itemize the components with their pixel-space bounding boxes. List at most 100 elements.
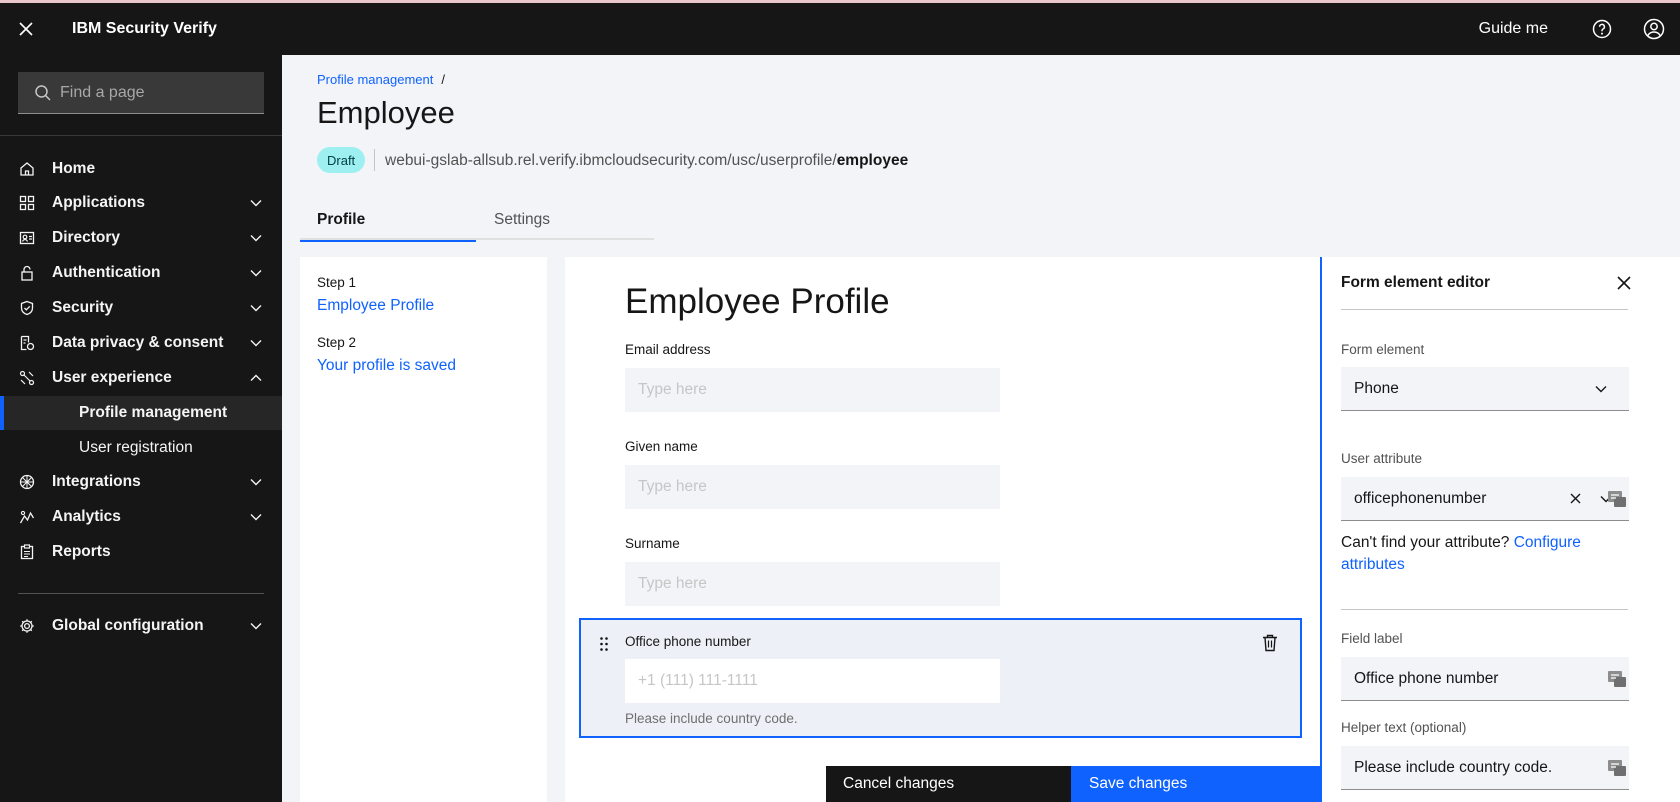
- reports-icon: [18, 543, 36, 561]
- sidebar-item-analytics[interactable]: Analytics: [0, 500, 282, 534]
- breadcrumb-separator: /: [441, 72, 445, 87]
- field-label: Field label: [1341, 631, 1403, 646]
- divider: [374, 149, 375, 171]
- chevron-down-icon: [250, 270, 262, 277]
- sidebar-divider: [18, 593, 264, 594]
- attribute-help: Can't find your attribute? Configure att…: [1341, 532, 1621, 576]
- chevron-down-icon: [250, 200, 262, 207]
- sidebar-item-home[interactable]: Home: [0, 152, 282, 186]
- chevron-down-icon: [250, 235, 262, 242]
- form-element-editor: Form element editor Form element Phone U…: [1320, 257, 1680, 802]
- given-name-field[interactable]: [625, 465, 1000, 509]
- sidebar-item-integrations[interactable]: Integrations: [0, 465, 282, 499]
- selected-value: Phone: [1354, 379, 1399, 397]
- chevron-down-icon: [250, 479, 262, 486]
- sidebar-item-user-registration[interactable]: User registration: [0, 431, 282, 465]
- sidebar-item-label: Reports: [52, 543, 111, 560]
- url-suffix: employee: [836, 152, 909, 169]
- search-input[interactable]: [60, 83, 260, 102]
- save-button[interactable]: Save changes: [1071, 766, 1321, 802]
- step-link-employee-profile[interactable]: Employee Profile: [317, 297, 434, 315]
- field-label-input[interactable]: Office phone number: [1341, 657, 1629, 701]
- page-title: Employee: [317, 95, 455, 130]
- status-badge: Draft: [317, 147, 366, 173]
- shield-icon: [18, 299, 36, 317]
- cant-find-text: Can't find your attribute?: [1341, 534, 1510, 551]
- chevron-up-icon: [250, 374, 262, 381]
- drag-handle-icon[interactable]: [599, 636, 609, 652]
- lock-icon: [18, 264, 36, 282]
- analytics-icon: [18, 508, 36, 526]
- sidebar-item-security[interactable]: Security: [0, 291, 282, 325]
- close-icon[interactable]: [0, 3, 52, 55]
- breadcrumb: Profile management /: [317, 72, 445, 87]
- selected-value: officephonenumber: [1354, 489, 1487, 507]
- field-label: Helper text (optional): [1341, 720, 1467, 735]
- field-label: Form element: [1341, 342, 1425, 357]
- top-header: IBM Security Verify Guide me: [0, 0, 1680, 55]
- helper-text-input[interactable]: Please include country code.: [1341, 746, 1629, 790]
- sidebar-item-global-configuration[interactable]: Global configuration: [0, 609, 282, 643]
- tab-profile[interactable]: Profile: [300, 200, 476, 242]
- sidebar-item-data-privacy[interactable]: Data privacy & consent: [0, 326, 282, 360]
- field-label: Office phone number: [625, 634, 751, 649]
- editor-title: Form element editor: [1341, 274, 1490, 291]
- help-icon[interactable]: [1576, 3, 1628, 55]
- sidebar-item-label: User experience: [52, 369, 172, 386]
- office-phone-field[interactable]: [625, 659, 1000, 703]
- chevron-down-icon: [250, 623, 262, 630]
- step-link-profile-saved[interactable]: Your profile is saved: [317, 357, 456, 375]
- field-label: Given name: [625, 439, 698, 454]
- directory-icon: [18, 229, 36, 247]
- sidebar-item-user-experience[interactable]: User experience: [0, 361, 282, 395]
- clear-icon[interactable]: [1570, 493, 1581, 504]
- sidebar-item-reports[interactable]: Reports: [0, 535, 282, 569]
- trash-icon[interactable]: [1262, 634, 1278, 652]
- tab-settings[interactable]: Settings: [494, 200, 550, 240]
- applications-icon: [18, 194, 36, 212]
- email-field[interactable]: [625, 368, 1000, 412]
- user-experience-icon: [18, 369, 36, 387]
- chevron-down-icon: [250, 514, 262, 521]
- sidebar-item-authentication[interactable]: Authentication: [0, 256, 282, 290]
- breadcrumb-link[interactable]: Profile management: [317, 72, 433, 87]
- helper-text: Please include country code.: [625, 711, 798, 726]
- cancel-button[interactable]: Cancel changes: [826, 766, 1071, 802]
- step-label: Step 1: [317, 275, 357, 290]
- surname-field[interactable]: [625, 562, 1000, 606]
- sidebar-item-directory[interactable]: Directory: [0, 221, 282, 255]
- tab-list: Profile Settings: [300, 200, 654, 242]
- page-search[interactable]: [18, 72, 264, 114]
- sidebar: Home Applications Directory Authenticati…: [0, 55, 282, 802]
- sidebar-item-label: Integrations: [52, 473, 141, 490]
- steps-panel: Step 1 Employee Profile Step 2 Your prof…: [300, 257, 547, 802]
- gear-icon: [18, 617, 36, 635]
- field-value: Office phone number: [1354, 669, 1499, 687]
- close-icon[interactable]: [1617, 276, 1631, 290]
- form-element-dropdown[interactable]: Phone: [1341, 367, 1629, 411]
- profile-url: webui-gslab-allsub.rel.verify.ibmcloudse…: [385, 152, 908, 170]
- field-value: Please include country code.: [1354, 758, 1553, 776]
- guide-me-link[interactable]: Guide me: [1479, 20, 1548, 38]
- translate-icon[interactable]: [1607, 670, 1627, 688]
- user-attribute-combobox[interactable]: officephonenumber: [1341, 477, 1629, 521]
- form-canvas: Employee Profile Email address Given nam…: [565, 257, 1320, 802]
- app-title: IBM Security Verify: [72, 20, 217, 37]
- divider: [1341, 609, 1628, 610]
- sidebar-item-label: Authentication: [52, 264, 161, 281]
- user-avatar-icon[interactable]: [1628, 3, 1680, 55]
- sidebar-item-applications[interactable]: Applications: [0, 186, 282, 220]
- sidebar-item-label: Home: [52, 160, 96, 177]
- chevron-down-icon: [250, 340, 262, 347]
- sidebar-item-profile-management[interactable]: Profile management: [0, 396, 282, 430]
- data-privacy-icon: [18, 334, 36, 352]
- field-label: Surname: [625, 536, 680, 551]
- sidebar-item-label: Data privacy & consent: [52, 334, 224, 351]
- translate-icon[interactable]: [1607, 490, 1627, 508]
- integrations-icon: [18, 473, 36, 491]
- field-label: Email address: [625, 342, 711, 357]
- chevron-down-icon: [1595, 386, 1607, 393]
- sidebar-item-label: Security: [52, 299, 114, 316]
- translate-icon[interactable]: [1607, 759, 1627, 777]
- selected-form-element[interactable]: Office phone number Please include count…: [579, 618, 1302, 738]
